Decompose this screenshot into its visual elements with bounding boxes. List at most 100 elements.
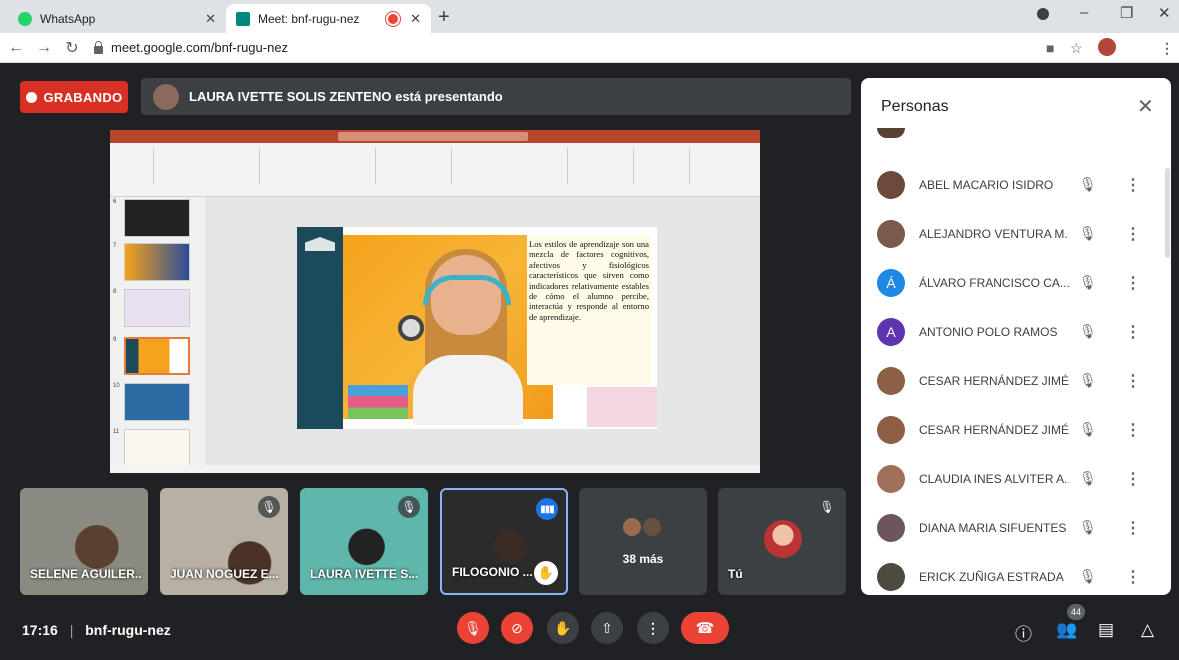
- more-options-icon[interactable]: ⋮: [1125, 420, 1141, 440]
- person-name: ALEJANDRO VENTURA M...: [919, 226, 1069, 241]
- url-field[interactable]: meet.google.com/bnf-rugu-nez: [94, 40, 288, 55]
- tab-title: Meet: bnf-rugu-nez: [258, 11, 360, 26]
- person-row[interactable]: CESAR HERNÁNDEZ JIMÉ... 🎙 ⋮: [861, 405, 1171, 454]
- participant-name: JUAN NOGUEZ E...: [170, 567, 279, 581]
- camera-off-icon: ⊘: [511, 619, 523, 636]
- more-options-icon[interactable]: ⋮: [1125, 371, 1141, 391]
- person-row[interactable]: DIANA MARIA SIFUENTES ... 🎙 ⋮: [861, 503, 1171, 552]
- more-options-icon[interactable]: ⋮: [1125, 322, 1141, 342]
- mic-off-icon: 🎙: [1079, 372, 1097, 388]
- participant-count-badge: 44: [1067, 604, 1085, 620]
- url-text: meet.google.com/bnf-rugu-nez: [111, 40, 289, 55]
- more-options-button[interactable]: ⋮: [637, 612, 669, 644]
- close-window-button[interactable]: ✕: [1158, 4, 1171, 22]
- participant-tile[interactable]: 🎙 JUAN NOGUEZ E...: [160, 488, 288, 595]
- participant-tile[interactable]: SELENE AGUILER...: [20, 488, 148, 595]
- participant-name: SELENE AGUILER...: [30, 567, 142, 581]
- maximize-button[interactable]: ❐: [1120, 4, 1133, 22]
- mic-toggle-button[interactable]: 🎙: [457, 612, 489, 644]
- ppt-title-bar: [110, 130, 760, 143]
- person-avatar: [877, 219, 905, 248]
- more-options-icon[interactable]: ⋮: [1125, 518, 1141, 538]
- camera-icon[interactable]: ■: [1046, 40, 1054, 56]
- ppt-status-bar: [110, 465, 760, 473]
- back-icon[interactable]: ←: [4, 39, 28, 57]
- raised-hand-icon: ✋: [534, 561, 558, 585]
- people-icon[interactable]: 👥: [1056, 620, 1077, 640]
- presenting-text: LAURA IVETTE SOLIS ZENTENO está presenta…: [189, 89, 503, 104]
- recording-label: GRABANDO: [43, 89, 123, 105]
- person-row[interactable]: ABEL MACARIO ISIDRO 🎙 ⋮: [861, 160, 1171, 209]
- bookmark-star-icon[interactable]: ☆: [1070, 40, 1083, 57]
- conalep-logo: [305, 237, 335, 251]
- slide-thumbnail: [124, 289, 190, 327]
- close-panel-icon[interactable]: ✕: [1137, 94, 1154, 119]
- person-row[interactable]: CESAR HERNÁNDEZ JIMÉ... 🎙 ⋮: [861, 356, 1171, 405]
- person-name: CLAUDIA INES ALVITER A...: [919, 471, 1069, 486]
- current-slide: Los estilos de aprendizaje son una mezcl…: [297, 227, 657, 429]
- person-avatar: [877, 513, 905, 542]
- more-options-icon[interactable]: ⋮: [1125, 567, 1141, 587]
- tab-meet[interactable]: Meet: bnf-rugu-nez ✕: [226, 4, 431, 33]
- person-row[interactable]: A ANTONIO POLO RAMOS 🎙 ⋮: [861, 307, 1171, 356]
- reload-icon[interactable]: ↻: [60, 38, 84, 58]
- self-tile[interactable]: 🎙 Tú: [718, 488, 846, 595]
- person-row[interactable]: ERICK ZUÑIGA ESTRADA 🎙 ⋮: [861, 552, 1171, 595]
- participant-name: LAURA IVETTE S...: [310, 567, 419, 581]
- person-row[interactable]: ALEJANDRO VENTURA M... 🎙 ⋮: [861, 209, 1171, 258]
- speaking-indicator-icon: ▮▮▮: [536, 498, 558, 520]
- profile-dot-icon[interactable]: [1037, 8, 1049, 20]
- presenter-avatar: [153, 83, 179, 110]
- present-button[interactable]: ⇧: [591, 612, 623, 644]
- more-options-icon[interactable]: ⋮: [1125, 273, 1141, 293]
- info-icon[interactable]: ⓘ: [1015, 620, 1032, 645]
- person-name: ANTONIO POLO RAMOS: [919, 324, 1058, 339]
- activities-icon[interactable]: △: [1141, 620, 1154, 640]
- more-options-icon[interactable]: ⋮: [1125, 224, 1141, 244]
- participant-tile[interactable]: 🎙 LAURA IVETTE S...: [300, 488, 428, 595]
- slide-number: 7: [113, 243, 117, 249]
- forward-icon[interactable]: →: [32, 39, 56, 57]
- participant-tile-active-speaker[interactable]: ▮▮▮ FILOGONIO ... ✋: [440, 488, 568, 595]
- person-avatar: A: [877, 317, 905, 346]
- more-participants-tile[interactable]: 38 más: [579, 488, 707, 595]
- slide-number: 11: [113, 429, 120, 435]
- camera-toggle-button[interactable]: ⊘: [501, 612, 533, 644]
- more-options-icon[interactable]: ⋮: [1125, 175, 1141, 195]
- slide-sidebar: [297, 227, 343, 429]
- close-tab-icon[interactable]: ✕: [205, 11, 216, 27]
- slide-canvas: Los estilos de aprendizaje son una mezcl…: [207, 197, 760, 465]
- bottom-bar: 17:16 | bnf-rugu-nez: [0, 600, 1179, 660]
- more-options-icon[interactable]: ⋮: [1125, 469, 1141, 489]
- ppt-ribbon: [110, 143, 760, 197]
- mic-off-icon: 🎙: [398, 496, 420, 518]
- chat-icon[interactable]: ▤: [1098, 620, 1114, 640]
- person-row[interactable]: Á ÁLVARO FRANCISCO CA... 🎙 ⋮: [861, 258, 1171, 307]
- panel-scrollbar[interactable]: [1165, 168, 1170, 258]
- slide-number: 6: [113, 199, 117, 205]
- meeting-code: bnf-rugu-nez: [85, 622, 171, 638]
- presenting-banner: LAURA IVETTE SOLIS ZENTENO está presenta…: [141, 78, 851, 115]
- browser-tab-strip: WhatsApp ✕ Meet: bnf-rugu-nez ✕ + – ❐ ✕: [0, 0, 1179, 33]
- leave-call-button[interactable]: ☎: [681, 612, 729, 644]
- profile-avatar[interactable]: [1098, 38, 1116, 56]
- minimize-button[interactable]: –: [1080, 4, 1088, 21]
- hand-icon: ✋: [554, 619, 572, 636]
- browser-menu-icon[interactable]: ⋮: [1160, 40, 1174, 57]
- person-avatar: [877, 415, 905, 444]
- recording-indicator-icon: [388, 13, 399, 24]
- new-tab-button[interactable]: +: [438, 6, 450, 29]
- close-tab-icon[interactable]: ✕: [410, 11, 421, 27]
- magnifier-icon: [398, 315, 424, 341]
- raise-hand-button[interactable]: ✋: [547, 612, 579, 644]
- tab-whatsapp[interactable]: WhatsApp ✕: [8, 4, 226, 33]
- tab-title: WhatsApp: [40, 11, 96, 26]
- slide-decoration: [587, 387, 657, 427]
- more-vert-icon: ⋮: [646, 619, 660, 636]
- person-row[interactable]: CLAUDIA INES ALVITER A... 🎙 ⋮: [861, 454, 1171, 503]
- person-name: DIANA MARIA SIFUENTES ...: [919, 520, 1069, 535]
- mic-off-icon: 🎙: [1079, 323, 1097, 339]
- slide-number: 9: [113, 337, 117, 343]
- mic-off-icon: 🎙: [1079, 176, 1097, 192]
- meet-icon: [236, 11, 250, 26]
